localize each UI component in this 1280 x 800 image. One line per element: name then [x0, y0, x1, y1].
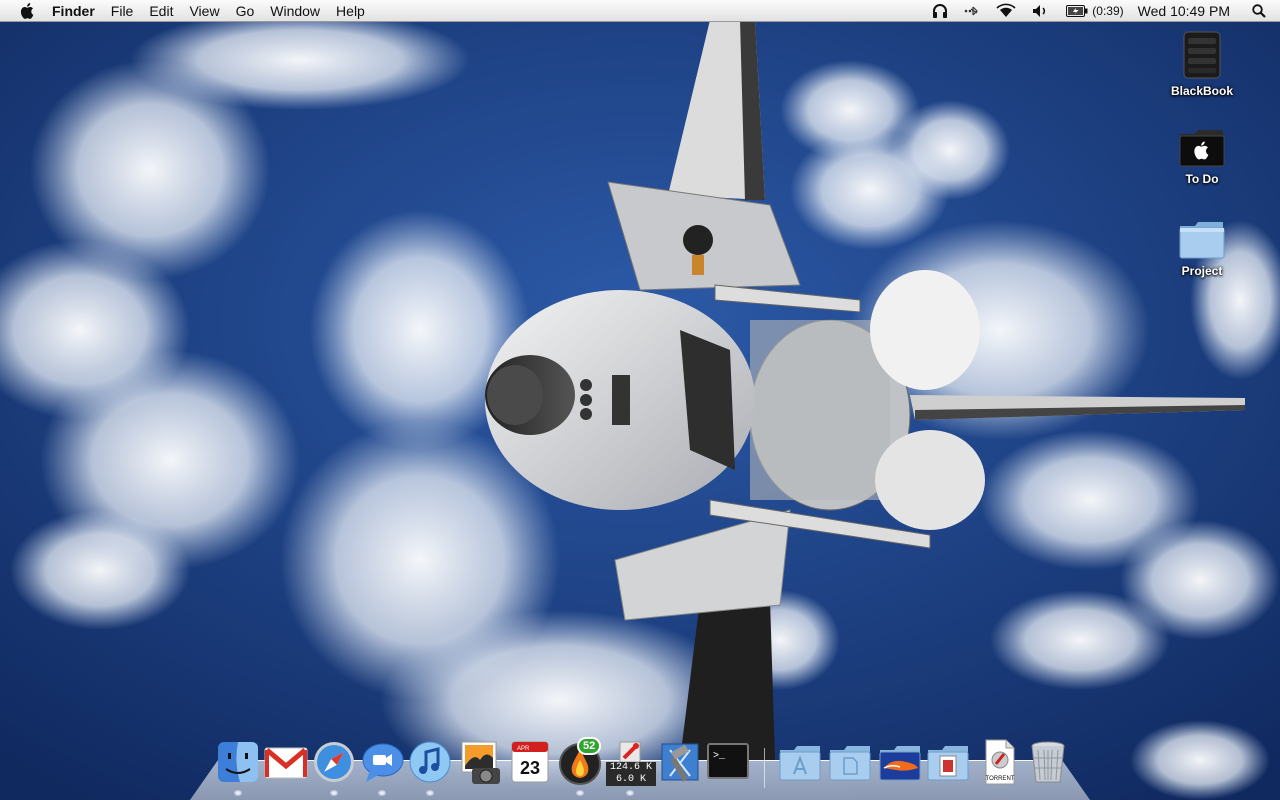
dock-xcode[interactable]	[656, 738, 704, 786]
bluetooth-status[interactable]	[956, 0, 988, 22]
dock-finder[interactable]	[214, 738, 262, 786]
headphones-icon	[933, 3, 948, 18]
running-indicator-itunes	[426, 790, 434, 796]
dock-safari[interactable]	[310, 738, 358, 786]
ichat-icon	[362, 743, 404, 782]
menu-app-finder[interactable]: Finder	[44, 0, 103, 22]
dock-ichat[interactable]	[358, 738, 406, 786]
dock-iphoto[interactable]	[456, 738, 504, 786]
menu-file[interactable]: File	[103, 0, 142, 22]
dock-gmail[interactable]	[262, 738, 310, 786]
menu-edit[interactable]: Edit	[141, 0, 181, 22]
running-indicator-network-meter	[626, 790, 634, 796]
itunes-icon	[409, 741, 451, 783]
desktop-icon-to-do[interactable]: To Do	[1162, 126, 1242, 186]
battery-icon	[1066, 4, 1088, 17]
dock-gators-folder[interactable]	[876, 738, 924, 786]
desktop-icon-label: BlackBook	[1170, 84, 1234, 98]
ical-icon: APR 23	[511, 741, 549, 783]
dock-terminal[interactable]: >_	[704, 738, 752, 786]
desktop-icon-label: Project	[1181, 264, 1223, 278]
finder-icon	[218, 742, 258, 782]
xcode-icon	[661, 743, 699, 782]
hard-drive-icon	[1183, 31, 1221, 79]
menubar-clock[interactable]: Wed 10:49 PM	[1132, 3, 1244, 19]
dock-applications-stack[interactable]	[776, 738, 824, 786]
menu-help[interactable]: Help	[328, 0, 373, 22]
battery-time-remaining: (0:39)	[1092, 3, 1124, 18]
apple-logo-icon	[20, 2, 34, 19]
folder-icon	[1179, 222, 1225, 259]
ical-day: 23	[520, 758, 540, 778]
wifi-status[interactable]	[988, 0, 1024, 22]
desktop-icon-project[interactable]: Project	[1162, 220, 1242, 278]
running-indicator-ichat	[378, 790, 386, 796]
safari-icon	[314, 742, 354, 782]
gmail-icon	[264, 747, 308, 779]
running-indicator-torrent-app	[576, 790, 584, 796]
terminal-prompt: >_	[713, 751, 726, 762]
volume-icon	[1033, 4, 1046, 17]
volume-status[interactable]	[1024, 0, 1058, 22]
trash-icon	[1031, 741, 1065, 783]
spotlight-button[interactable]	[1244, 0, 1280, 22]
wifi-icon	[996, 3, 1016, 17]
unread-badge: 52	[577, 737, 602, 755]
desktop-icon-blackbook[interactable]: BlackBook	[1162, 30, 1242, 98]
documents-stack-icon	[829, 746, 871, 781]
network-upload-rate: 124.6 K	[606, 762, 656, 774]
menu-window[interactable]: Window	[262, 0, 328, 22]
black-apple-folder-icon	[1179, 130, 1225, 167]
running-indicator-finder	[234, 790, 242, 796]
torrent-file-caption: TORRENT	[986, 776, 1015, 782]
network-download-rate: 6.0 K	[606, 774, 656, 786]
running-indicator-safari	[330, 790, 338, 796]
dock-itunes[interactable]	[406, 738, 454, 786]
torrent-file-icon: TORRENT	[985, 739, 1015, 785]
dock-trash[interactable]	[1024, 738, 1072, 786]
stamp-folder-icon	[927, 746, 969, 781]
desktop-wallpaper	[0, 0, 1280, 800]
menu-go[interactable]: Go	[228, 0, 263, 22]
ical-month: APR	[517, 746, 530, 752]
dock-stamp-folder[interactable]	[924, 738, 972, 786]
bluetooth-icon	[964, 6, 979, 15]
dock-documents-stack[interactable]	[826, 738, 874, 786]
terminal-icon: >_	[707, 743, 749, 779]
apple-menu-button[interactable]	[16, 2, 38, 19]
menu-extras: (0:39) Wed 10:49 PM	[924, 0, 1280, 22]
dock-separator	[764, 748, 765, 788]
desktop-icon-label: To Do	[1185, 172, 1219, 186]
battery-status[interactable]: (0:39)	[1058, 4, 1131, 18]
spotlight-icon	[1252, 3, 1266, 18]
menu-view[interactable]: View	[181, 0, 227, 22]
dock-torrent-file[interactable]: TORRENT	[976, 738, 1024, 786]
headphones-status[interactable]	[924, 0, 956, 22]
menu-bar: Finder File Edit View Go Window Help (0:…	[0, 0, 1280, 22]
gators-folder-icon	[879, 746, 921, 781]
applications-stack-icon	[779, 746, 821, 781]
dock-ical[interactable]: APR 23	[506, 738, 554, 786]
iphoto-icon	[461, 741, 500, 784]
